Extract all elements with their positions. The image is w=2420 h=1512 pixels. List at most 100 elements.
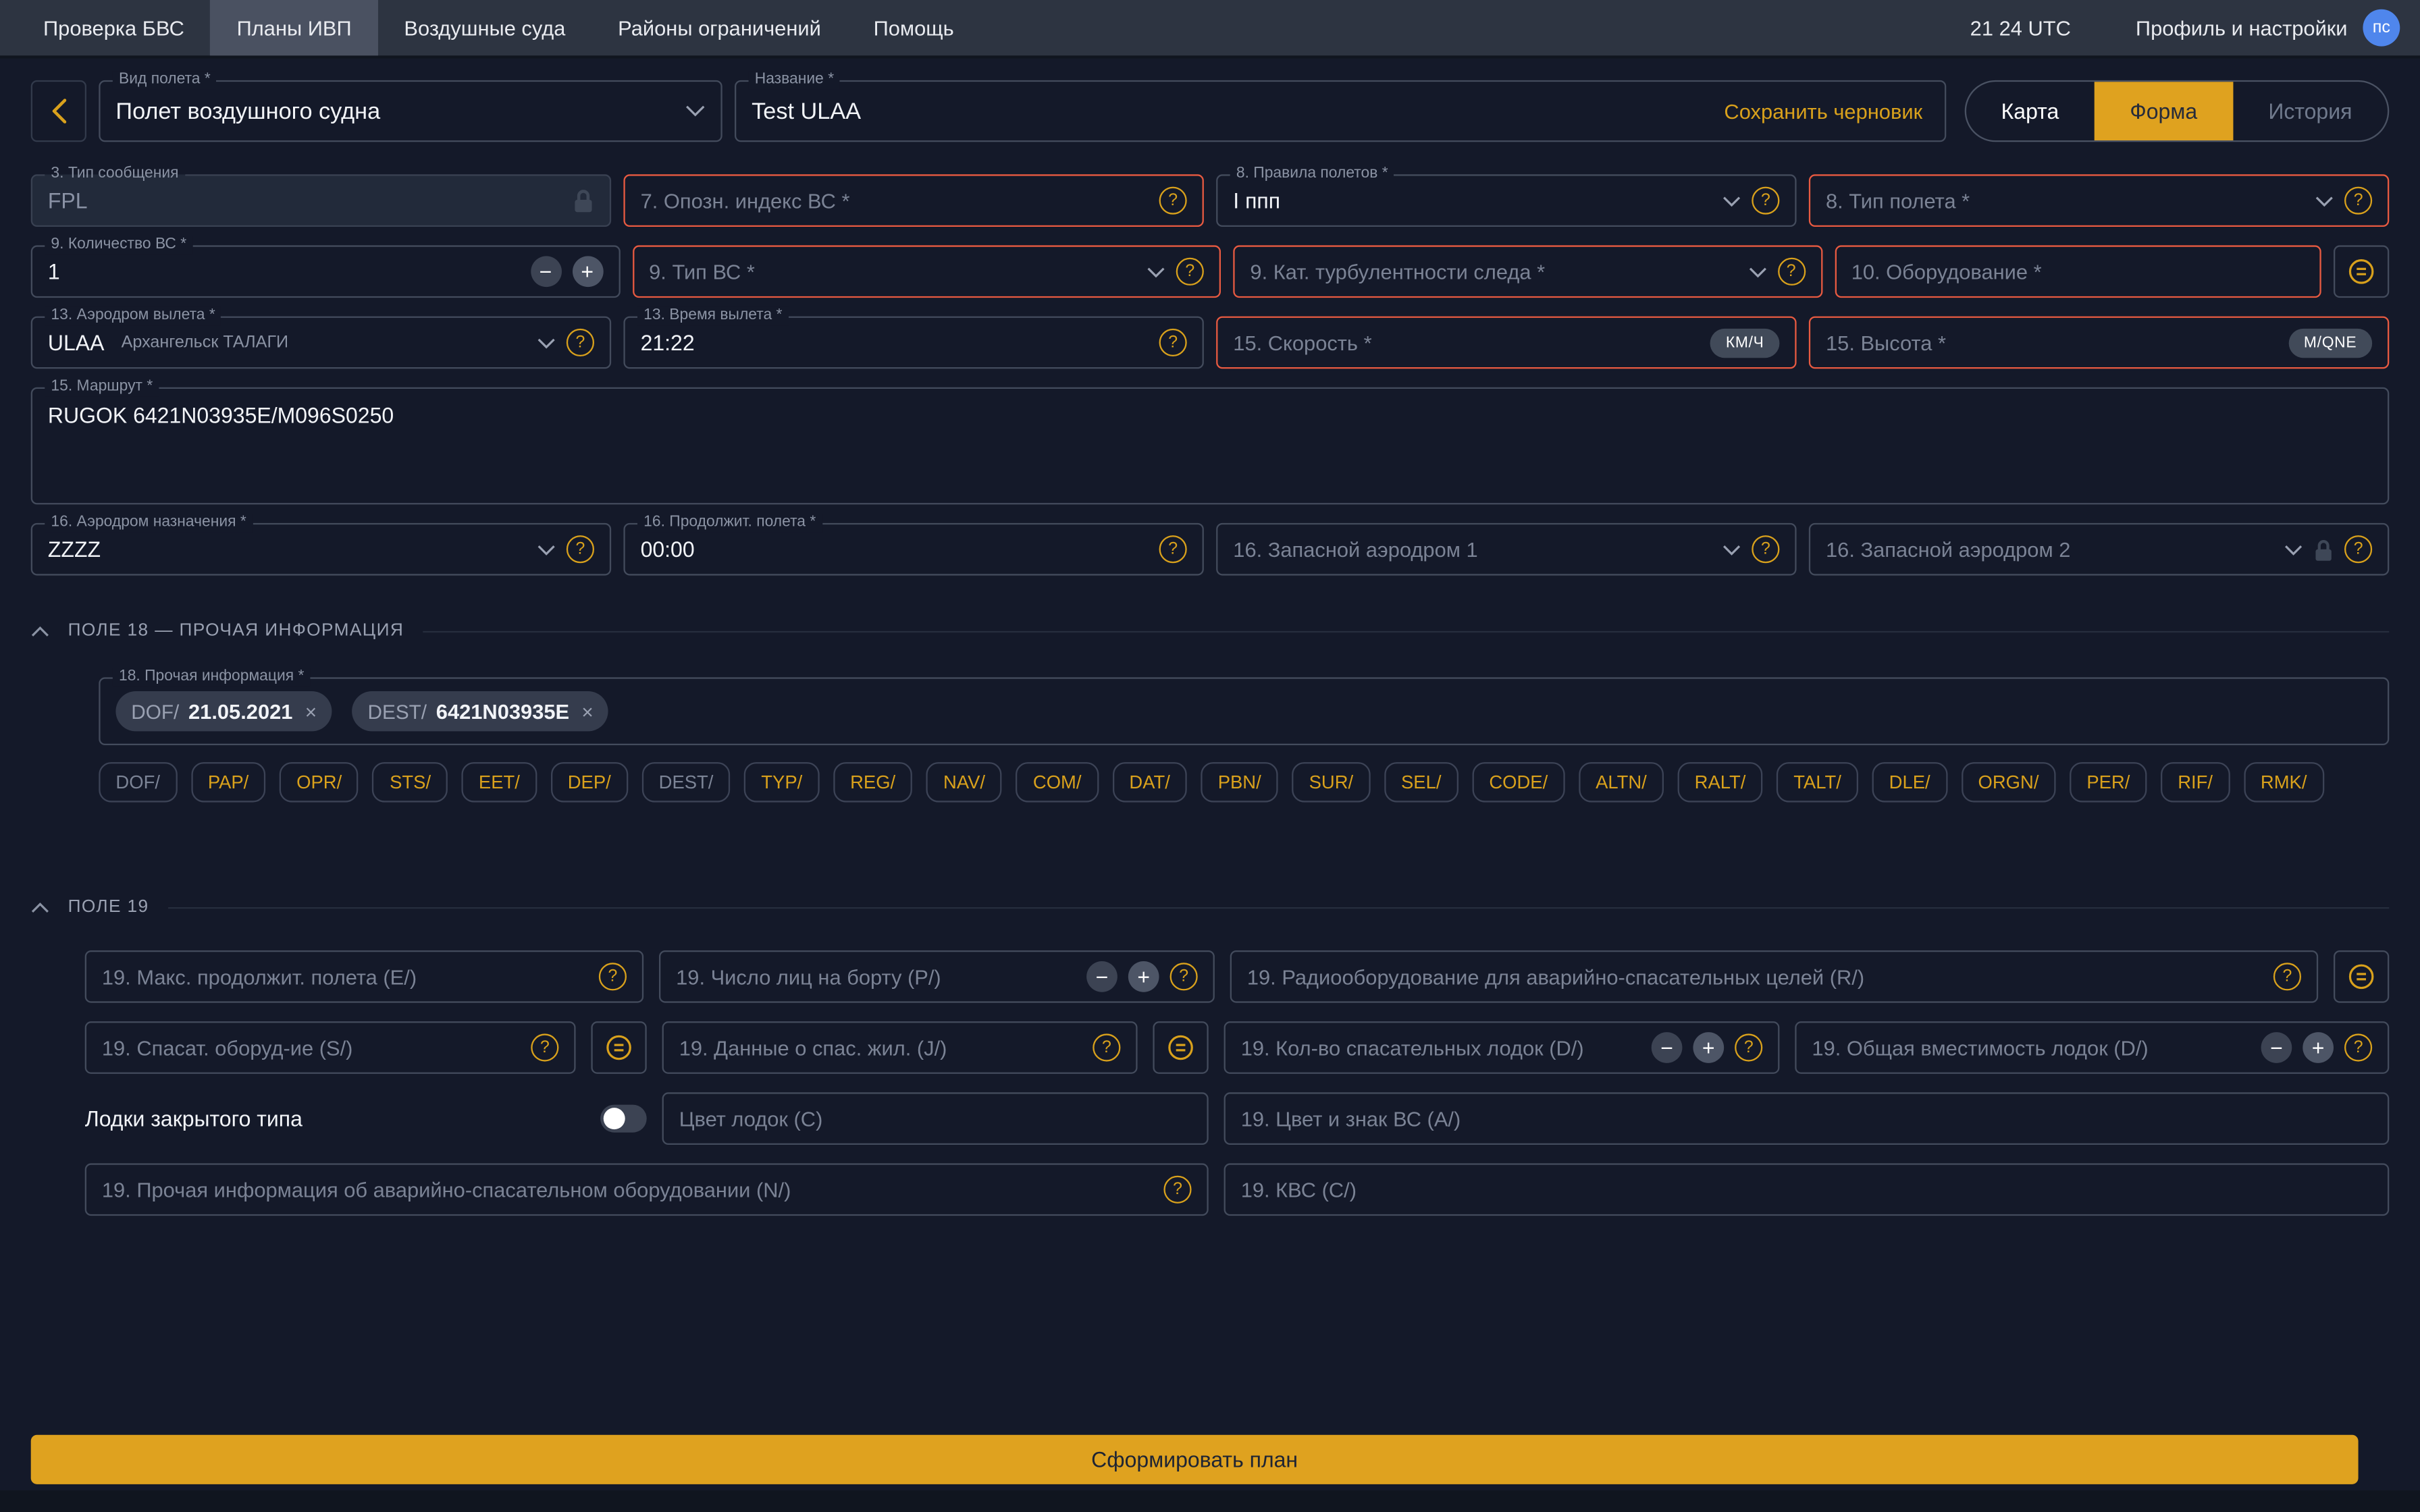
help-icon[interactable] <box>1159 329 1187 356</box>
field18-key-11[interactable]: DAT/ <box>1112 762 1187 802</box>
save-draft-button[interactable]: Сохранить черновик <box>1724 99 1928 122</box>
survival-equipment-list-button[interactable] <box>591 1021 646 1074</box>
tab-form[interactable]: Форма <box>2095 82 2233 140</box>
help-icon[interactable] <box>1777 258 1805 286</box>
field18-key-16[interactable]: ALTN/ <box>1579 762 1664 802</box>
help-icon[interactable] <box>1093 1033 1120 1061</box>
alternate-aerodrome1-select[interactable]: 16. Запасной аэродром 1 <box>1216 523 1796 576</box>
flight-rules-select[interactable]: 8. Правила полетов * I ппп <box>1216 174 1796 227</box>
destination-aerodrome-select[interactable]: 16. Аэродром назначения * ZZZZ <box>31 523 611 576</box>
help-icon[interactable] <box>1735 1033 1762 1061</box>
field18-key-18[interactable]: TALT/ <box>1777 762 1858 802</box>
level-input[interactable]: 15. Высота * M/QNE <box>1809 317 2389 369</box>
turbulence-category-select[interactable]: 9. Кат. турбулентности следа * <box>1233 245 1822 298</box>
help-icon[interactable] <box>599 963 627 990</box>
help-icon[interactable] <box>1159 535 1187 563</box>
field18-key-22[interactable]: RIF/ <box>2161 762 2230 802</box>
dinghies-count-stepper[interactable]: 19. Кол-во спасательных лодок (D/) <box>1224 1021 1780 1074</box>
field18-key-14[interactable]: SEL/ <box>1384 762 1458 802</box>
plan-name-input[interactable]: Название * Test ULAA Сохранить черновик <box>735 80 1945 142</box>
help-icon[interactable] <box>2344 1033 2372 1061</box>
field18-key-21[interactable]: PER/ <box>2070 762 2147 802</box>
help-icon[interactable] <box>567 329 594 356</box>
field18-key-7[interactable]: TYP/ <box>744 762 819 802</box>
tab-history[interactable]: История <box>2233 82 2388 140</box>
plus-button[interactable] <box>1693 1032 1724 1063</box>
collapse-icon[interactable] <box>31 902 49 913</box>
persons-on-board-stepper[interactable]: 19. Число лиц на борту (P/) <box>659 950 1215 1003</box>
field18-key-2[interactable]: OPR/ <box>280 762 359 802</box>
aircraft-count-stepper[interactable]: 9. Количество ВС * 1 <box>31 245 620 298</box>
equipment-input[interactable]: 10. Оборудование * <box>1835 245 2321 298</box>
generate-plan-button[interactable]: Сформировать план <box>31 1435 2359 1484</box>
nav-item-1[interactable]: Планы ИВП <box>211 0 378 55</box>
radio-equipment-input[interactable]: 19. Радиооборудование для аварийно-спаса… <box>1230 950 2318 1003</box>
alternate-aerodrome2-select[interactable]: 16. Запасной аэродром 2 <box>1809 523 2389 576</box>
flight-duration-input[interactable]: 16. Продолжит. полета * 00:00 <box>623 523 1203 576</box>
jackets-list-button[interactable] <box>1153 1021 1208 1074</box>
field18-key-12[interactable]: PBN/ <box>1201 762 1278 802</box>
field18-key-23[interactable]: RMK/ <box>2244 762 2324 802</box>
back-button[interactable] <box>31 80 86 142</box>
avatar[interactable]: пс <box>2363 9 2400 47</box>
level-unit-badge[interactable]: M/QNE <box>2288 328 2372 357</box>
help-icon[interactable] <box>1176 258 1204 286</box>
nav-item-2[interactable]: Воздушные суда <box>378 0 592 55</box>
tab-map[interactable]: Карта <box>1966 82 2095 140</box>
field18-key-19[interactable]: DLE/ <box>1872 762 1947 802</box>
minus-button[interactable] <box>1086 961 1117 992</box>
other-emergency-info-input[interactable]: 19. Прочая информация об аварийно-спасат… <box>85 1163 1209 1216</box>
help-icon[interactable] <box>1752 187 1779 215</box>
nav-item-4[interactable]: Помощь <box>847 0 980 55</box>
speed-unit-badge[interactable]: КМ/Ч <box>1710 328 1779 357</box>
covered-boats-toggle[interactable] <box>600 1105 647 1133</box>
field18-key-0[interactable]: DOF/ <box>99 762 177 802</box>
field18-key-6[interactable]: DEST/ <box>642 762 731 802</box>
help-icon[interactable] <box>1159 187 1187 215</box>
plus-button[interactable] <box>2303 1032 2334 1063</box>
plus-button[interactable] <box>1128 961 1159 992</box>
minus-button[interactable] <box>2261 1032 2292 1063</box>
aircraft-color-input[interactable]: 19. Цвет и знак ВС (A/) <box>1224 1092 2390 1145</box>
field18-key-10[interactable]: COM/ <box>1016 762 1099 802</box>
help-icon[interactable] <box>1163 1176 1191 1204</box>
field18-key-8[interactable]: REG/ <box>833 762 912 802</box>
boats-color-input[interactable]: Цвет лодок (C) <box>662 1092 1209 1145</box>
field18-key-3[interactable]: STS/ <box>373 762 448 802</box>
nav-item-0[interactable]: Проверка БВС <box>17 0 211 55</box>
help-icon[interactable] <box>1170 963 1198 990</box>
field18-key-9[interactable]: NAV/ <box>926 762 1002 802</box>
field18-key-4[interactable]: EET/ <box>462 762 537 802</box>
aircraft-type-select[interactable]: 9. Тип ВС * <box>632 245 1221 298</box>
field18-key-1[interactable]: PAP/ <box>191 762 266 802</box>
field18-key-15[interactable]: CODE/ <box>1472 762 1564 802</box>
help-icon[interactable] <box>2344 535 2372 563</box>
help-icon[interactable] <box>567 535 594 563</box>
survival-equipment-input[interactable]: 19. Спасат. оборуд-ие (S/) <box>85 1021 576 1074</box>
profile-menu[interactable]: Профиль и настройки пс <box>2136 9 2400 47</box>
help-icon[interactable] <box>2273 963 2301 990</box>
minus-button[interactable] <box>530 256 561 287</box>
other-info-input[interactable]: 18. Прочая информация * DOF/ 21.05.2021 … <box>99 677 2389 745</box>
nav-item-3[interactable]: Районы ограничений <box>591 0 847 55</box>
departure-time-input[interactable]: 13. Время вылета * 21:22 <box>623 317 1203 369</box>
route-textarea[interactable]: 15. Маршрут * RUGOK 6421N03935E/M096S025… <box>31 387 2390 505</box>
collapse-icon[interactable] <box>31 626 49 637</box>
flight-kind-select[interactable]: Вид полета * Полет воздушного судна <box>99 80 722 142</box>
close-icon[interactable] <box>305 700 317 723</box>
departure-aerodrome-select[interactable]: 13. Аэродром вылета * ULAA Архангельск Т… <box>31 317 611 369</box>
close-icon[interactable] <box>581 700 593 723</box>
help-icon[interactable] <box>1752 535 1779 563</box>
jackets-input[interactable]: 19. Данные о спас. жил. (J/) <box>662 1021 1138 1074</box>
help-icon[interactable] <box>531 1033 558 1061</box>
pic-input[interactable]: 19. КВС (C/) <box>1224 1163 2390 1216</box>
field18-key-17[interactable]: RALT/ <box>1678 762 1763 802</box>
flight-type-select[interactable]: 8. Тип полета * <box>1809 174 2389 227</box>
dinghies-capacity-stepper[interactable]: 19. Общая вместимость лодок (D/) <box>1795 1021 2389 1074</box>
equipment-list-button[interactable] <box>2334 245 2389 298</box>
speed-input[interactable]: 15. Скорость * КМ/Ч <box>1216 317 1796 369</box>
max-endurance-input[interactable]: 19. Макс. продолжит. полета (E/) <box>85 950 643 1003</box>
help-icon[interactable] <box>2344 187 2372 215</box>
plus-button[interactable] <box>572 256 603 287</box>
field18-key-20[interactable]: ORGN/ <box>1961 762 2055 802</box>
